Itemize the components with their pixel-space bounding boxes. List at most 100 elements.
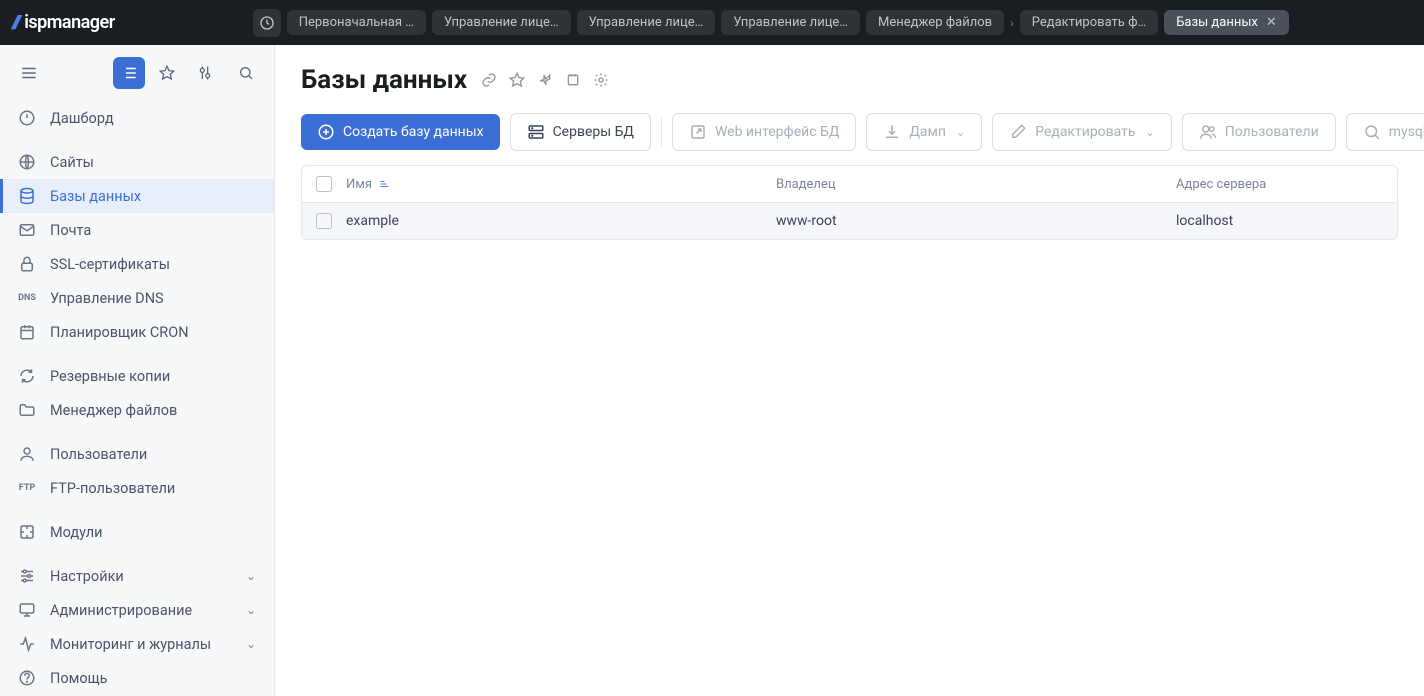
star-icon[interactable] — [151, 57, 183, 89]
server-icon — [527, 123, 545, 141]
db-servers-button[interactable]: Серверы БД — [510, 113, 651, 151]
chevron-down-icon: ⌄ — [956, 126, 965, 139]
sidebar-item-label: Дашборд — [50, 110, 114, 127]
hamburger-icon[interactable] — [16, 57, 41, 89]
search-icon[interactable] — [233, 57, 258, 89]
chevron-down-icon: ⌄ — [246, 569, 256, 583]
tab-4[interactable]: Менеджер файлов — [866, 10, 1004, 35]
users-button[interactable]: Пользователи — [1182, 113, 1336, 151]
sidebar-item-label: Администрирование — [50, 602, 192, 619]
tab-3[interactable]: Управление лице… — [721, 10, 860, 35]
table-row[interactable]: example www-root localhost — [302, 203, 1397, 239]
calendar-icon — [18, 323, 36, 341]
select-all-checkbox[interactable] — [316, 176, 332, 192]
tab-history-icon[interactable] — [253, 9, 281, 37]
sidebar-item-backups[interactable]: Резервные копии — [0, 359, 274, 393]
logo[interactable]: /// ispmanager — [12, 12, 115, 33]
sidebar-item-sites[interactable]: Сайты — [0, 145, 274, 179]
sliders-icon — [18, 567, 36, 585]
sidebar-item-label: Менеджер файлов — [50, 402, 177, 419]
table-header: Имя Владелец Адрес сервера — [302, 166, 1397, 203]
sidebar-item-files[interactable]: Менеджер файлов — [0, 393, 274, 427]
download-icon — [883, 123, 901, 141]
dump-button[interactable]: Дамп ⌄ — [866, 113, 982, 151]
sidebar-item-ftp[interactable]: FTP FTP-пользователи — [0, 471, 274, 505]
toolbar: Создать базу данных Серверы БД Web интер… — [275, 113, 1424, 165]
monitor-icon — [18, 635, 36, 653]
globe-icon — [18, 153, 36, 171]
list-view-icon[interactable] — [113, 57, 145, 89]
sidebar-item-label: Планировщик CRON — [50, 324, 189, 341]
tab-5[interactable]: Редактировать ф… — [1020, 10, 1159, 35]
sidebar-item-label: Модули — [50, 524, 103, 541]
cell-name: example — [346, 213, 776, 229]
tab-2[interactable]: Управление лице… — [577, 10, 716, 35]
sidebar-item-label: Базы данных — [50, 188, 141, 205]
sidebar-item-label: Помощь — [50, 670, 108, 687]
sidebar-item-label: FTP-пользователи — [50, 480, 175, 497]
edit-button[interactable]: Редактировать ⌄ — [992, 113, 1172, 151]
sidebar-item-databases[interactable]: Базы данных — [0, 179, 274, 213]
create-db-button[interactable]: Создать базу данных — [301, 114, 500, 150]
close-icon[interactable]: ✕ — [1266, 15, 1277, 30]
main: Базы данных Создать базу данных Серверы … — [275, 45, 1424, 696]
mail-icon — [18, 221, 36, 239]
nav: Дашборд Сайты Базы данных Почта SSL-серт… — [0, 97, 274, 696]
cell-server: localhost — [1176, 213, 1383, 229]
sidebar-item-dns[interactable]: DNS Управление DNS — [0, 281, 274, 315]
web-interface-button[interactable]: Web интерфейс БД — [672, 113, 856, 151]
tab-1[interactable]: Управление лице… — [432, 10, 571, 35]
sidebar: Дашборд Сайты Базы данных Почта SSL-серт… — [0, 45, 275, 696]
gear-icon[interactable] — [593, 72, 609, 88]
column-owner[interactable]: Владелец — [776, 177, 1176, 192]
chevron-down-icon: ⌄ — [246, 637, 256, 651]
folder-icon — [18, 401, 36, 419]
help-icon — [18, 669, 36, 687]
external-link-icon — [689, 123, 707, 141]
topbar: /// ispmanager Первоначальная … Управлен… — [0, 0, 1424, 45]
sidebar-item-label: Почта — [50, 222, 91, 239]
sidebar-item-mail[interactable]: Почта — [0, 213, 274, 247]
sidebar-item-monitoring[interactable]: Мониторинг и журналы ⌄ — [0, 627, 274, 661]
dns-icon: DNS — [18, 289, 36, 307]
settings-icon[interactable] — [189, 57, 221, 89]
tab-6[interactable]: Базы данных ✕ — [1164, 10, 1289, 35]
sidebar-item-settings[interactable]: Настройки ⌄ — [0, 559, 274, 593]
chevron-right-icon: › — [1010, 16, 1014, 30]
refresh-icon — [18, 367, 36, 385]
cell-owner: www-root — [776, 213, 1176, 229]
external-icon[interactable] — [565, 72, 581, 88]
puzzle-icon — [18, 523, 36, 541]
sidebar-item-ssl[interactable]: SSL-сертификаты — [0, 247, 274, 281]
plus-icon — [317, 123, 335, 141]
sidebar-item-label: Сайты — [50, 154, 94, 171]
sidebar-item-help[interactable]: Помощь — [0, 661, 274, 695]
sidebar-item-label: Мониторинг и журналы — [50, 636, 211, 653]
sidebar-item-label: Управление DNS — [50, 290, 164, 307]
sidebar-item-admin[interactable]: Администрирование ⌄ — [0, 593, 274, 627]
sidebar-item-label: Настройки — [50, 568, 124, 585]
db-table: Имя Владелец Адрес сервера example www-r… — [301, 165, 1398, 240]
sidebar-item-cron[interactable]: Планировщик CRON — [0, 315, 274, 349]
users-icon — [1199, 123, 1217, 141]
sidebar-item-label: Пользователи — [50, 446, 147, 463]
search-icon — [1363, 123, 1381, 141]
chevron-down-icon: ⌄ — [1146, 126, 1155, 139]
link-icon[interactable] — [481, 72, 497, 88]
column-server[interactable]: Адрес сервера — [1176, 177, 1383, 192]
column-name[interactable]: Имя — [346, 177, 776, 192]
sidebar-item-label: SSL-сертификаты — [50, 256, 170, 273]
sidebar-item-modules[interactable]: Модули — [0, 515, 274, 549]
star-icon[interactable] — [509, 72, 525, 88]
sidebar-item-users[interactable]: Пользователи — [0, 437, 274, 471]
row-checkbox[interactable] — [316, 213, 332, 229]
user-icon — [18, 445, 36, 463]
page-title: Базы данных — [301, 65, 467, 95]
tab-0[interactable]: Первоначальная … — [287, 10, 426, 35]
pin-icon[interactable] — [537, 72, 553, 88]
mysqlcheck-button[interactable]: mysqlchec — [1346, 113, 1424, 151]
sidebar-item-dashboard[interactable]: Дашборд — [0, 101, 274, 135]
ftp-icon: FTP — [18, 479, 36, 497]
dashboard-icon — [18, 109, 36, 127]
lock-icon — [18, 255, 36, 273]
